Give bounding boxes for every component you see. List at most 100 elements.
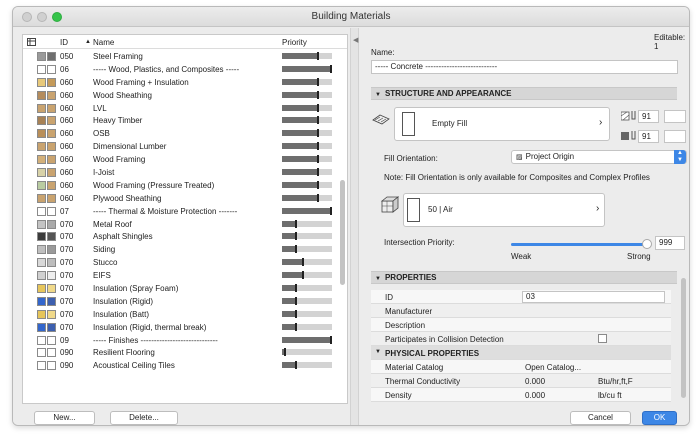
material-rows: 050 Steel Framing 06 ----- Wood, Plastics, …	[23, 50, 339, 372]
material-row[interactable]: 060 Plywood Sheathing	[23, 192, 339, 205]
material-id: 070	[60, 258, 74, 268]
structure-appearance-header[interactable]: ▼ STRUCTURE AND APPEARANCE	[371, 87, 677, 100]
settings-scrollbar-thumb[interactable]	[681, 278, 686, 398]
foreground-pen-input[interactable]: 91	[638, 110, 659, 123]
columns-icon[interactable]	[27, 38, 36, 46]
material-id: 070	[60, 296, 74, 306]
list-scrollbar-thumb[interactable]	[340, 180, 345, 285]
ok-button[interactable]: OK	[642, 411, 677, 425]
background-pen-input[interactable]: 91	[638, 130, 659, 143]
material-row[interactable]: 090 Resilient Flooring	[23, 346, 339, 359]
cut-fill-selector[interactable]: Empty Fill ›	[394, 107, 610, 141]
material-row[interactable]: 070 Metal Roof	[23, 218, 339, 231]
intersection-priority-slider[interactable]	[511, 239, 652, 249]
material-row[interactable]: 070 Stucco	[23, 256, 339, 269]
material-row[interactable]: 070 Asphalt Shingles	[23, 230, 339, 243]
id-input[interactable]: 03	[522, 291, 665, 303]
column-header-name[interactable]: Name	[93, 38, 114, 47]
density-value[interactable]: 0.000	[525, 391, 545, 400]
foreground-pen-swatch[interactable]	[664, 110, 686, 123]
material-row[interactable]: 090 Acoustical Ceiling Tiles	[23, 359, 339, 372]
material-id: 050	[60, 52, 74, 61]
property-label: Description	[385, 321, 426, 330]
background-pen-swatch[interactable]	[664, 130, 686, 143]
cut-fill-swatch	[37, 245, 46, 255]
name-input[interactable]: ----- Concrete -------------------------…	[371, 60, 678, 74]
delete-button[interactable]: Delete...	[110, 411, 178, 425]
material-row[interactable]: 050 Steel Framing	[23, 50, 339, 63]
intersection-priority-input[interactable]: 999	[655, 236, 685, 250]
material-id: 060	[60, 142, 74, 152]
column-header-id[interactable]: ID	[60, 38, 68, 47]
panel-divider[interactable]: ◀	[350, 28, 359, 425]
collapse-arrow-icon[interactable]: ◀	[353, 36, 358, 44]
material-id: 060	[60, 155, 74, 165]
property-row-density: Density 0.000 lb/cu ft	[371, 388, 671, 402]
section-title: PROPERTIES	[384, 273, 437, 282]
material-row[interactable]: 070 Insulation (Rigid, thermal break)	[23, 321, 339, 334]
surface-swatch	[47, 77, 56, 87]
material-row[interactable]: 070 Siding	[23, 243, 339, 256]
material-row[interactable]: 060 Heavy Timber	[23, 114, 339, 127]
surface-swatch	[47, 116, 56, 126]
materials-list[interactable]: ID ▲ Name Priority 050 Steel Framing 06 ---…	[22, 34, 348, 404]
material-row[interactable]: 060 Wood Framing (Pressure Treated)	[23, 179, 339, 192]
property-label: Material Catalog	[385, 363, 444, 372]
surface-swatch	[47, 361, 56, 371]
property-group-title: PHYSICAL PROPERTIES	[385, 349, 480, 358]
surface-swatch	[47, 52, 56, 61]
section-expanded-icon: ▼	[375, 349, 381, 355]
new-button[interactable]: New...	[34, 411, 95, 425]
material-row[interactable]: 070 Insulation (Rigid)	[23, 295, 339, 308]
properties-header[interactable]: ▼ PROPERTIES	[371, 271, 677, 284]
material-id: 060	[60, 168, 74, 178]
cancel-button[interactable]: Cancel	[570, 411, 631, 425]
material-row[interactable]: 070 Insulation (Batt)	[23, 308, 339, 321]
priority-fill	[282, 91, 318, 98]
column-header-priority[interactable]: Priority	[282, 38, 307, 47]
material-name: Insulation (Batt)	[93, 309, 150, 319]
priority-fill	[282, 220, 296, 227]
surface-selector[interactable]: 50 | Air ›	[403, 193, 605, 227]
material-row[interactable]: 07 ----- Thermal & Moisture Protection --…	[23, 205, 339, 218]
material-name: OSB	[93, 129, 110, 139]
material-row[interactable]: 060 Wood Framing	[23, 153, 339, 166]
surface-swatch	[47, 348, 56, 358]
slider-knob[interactable]	[642, 239, 652, 249]
priority-marker	[317, 90, 319, 99]
material-row[interactable]: 09 ----- Finishes -----------------------…	[23, 334, 339, 347]
material-row[interactable]: 070 Insulation (Spray Foam)	[23, 282, 339, 295]
property-label: ID	[385, 293, 393, 302]
material-id: 070	[60, 284, 74, 294]
material-name: Asphalt Shingles	[93, 232, 153, 242]
fill-orientation-select[interactable]: ▨ Project Origin ▲ ▼	[511, 150, 687, 164]
priority-bar	[282, 322, 332, 331]
material-row[interactable]: 060 Dimensional Lumber	[23, 140, 339, 153]
physical-properties-header[interactable]: ▼ PHYSICAL PROPERTIES	[371, 346, 671, 360]
collision-checkbox[interactable]	[598, 334, 607, 343]
open-catalog-link[interactable]: Open Catalog...	[525, 363, 581, 372]
material-row[interactable]: 060 LVL	[23, 102, 339, 115]
material-name: Wood Framing (Pressure Treated)	[93, 180, 215, 190]
material-name: Insulation (Rigid, thermal break)	[93, 322, 207, 332]
property-row-manufacturer[interactable]: Manufacturer	[371, 304, 671, 318]
material-row[interactable]: 060 Wood Framing + Insulation	[23, 76, 339, 89]
surface-swatch	[47, 284, 56, 294]
material-name: Insulation (Spray Foam)	[93, 284, 179, 294]
priority-marker	[317, 142, 319, 151]
material-row[interactable]: 070 EIFS	[23, 269, 339, 282]
material-row[interactable]: 06 ----- Wood, Plastics, and Composites -…	[23, 63, 339, 76]
material-row[interactable]: 060 OSB	[23, 127, 339, 140]
chevron-right-icon: ›	[596, 203, 600, 214]
surface-swatch	[47, 322, 56, 332]
property-row-description[interactable]: Description	[371, 318, 671, 332]
list-scrollbar[interactable]	[339, 55, 346, 395]
property-label: Thermal Conductivity	[385, 377, 461, 386]
strong-label: Strong	[627, 252, 651, 261]
material-row[interactable]: 060 Wood Sheathing	[23, 89, 339, 102]
cut-fill-swatch	[37, 142, 46, 152]
conductivity-value[interactable]: 0.000	[525, 377, 545, 386]
surface-swatch	[47, 168, 56, 178]
surface-swatch	[47, 180, 56, 190]
material-row[interactable]: 060 I-Joist	[23, 166, 339, 179]
